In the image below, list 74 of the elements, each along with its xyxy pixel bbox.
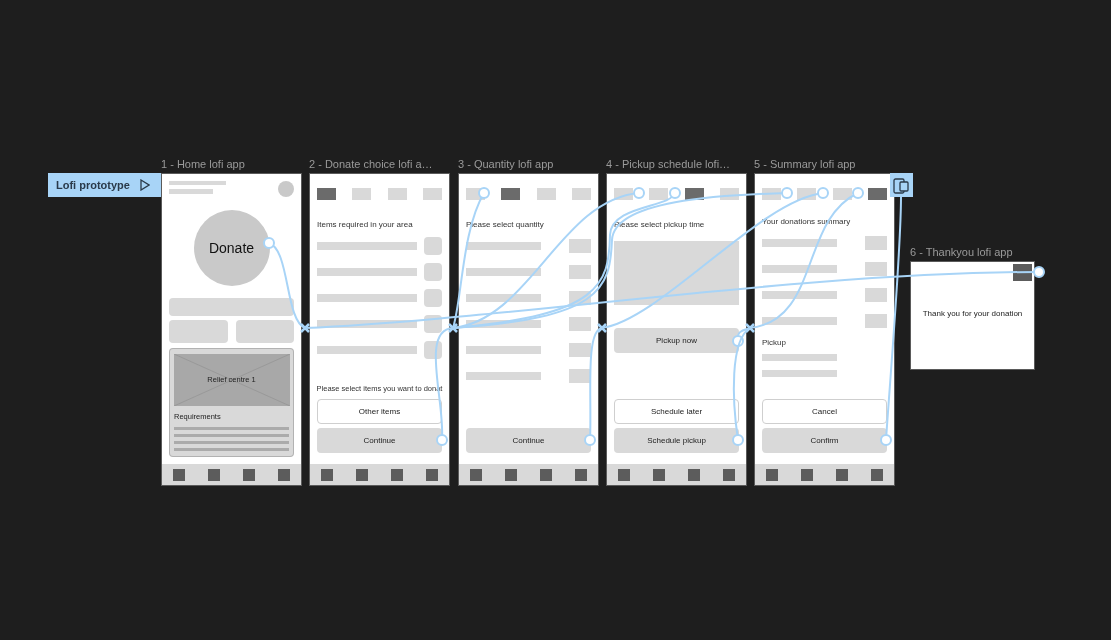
frame-title[interactable]: 2 - Donate choice lofi a… — [309, 158, 433, 171]
placeholder-bar — [169, 181, 226, 185]
nav-icon[interactable] — [242, 468, 255, 481]
wireframe-button[interactable]: Schedule pickup — [614, 428, 739, 453]
nav-icon[interactable] — [425, 468, 438, 481]
heading-text: Your donations summary — [761, 217, 852, 226]
wireframe-button[interactable]: Continue — [317, 428, 442, 453]
connector-line[interactable] — [452, 187, 490, 329]
checkbox[interactable] — [424, 237, 442, 255]
nav-icon[interactable] — [722, 468, 735, 481]
nav-icon[interactable] — [801, 468, 814, 481]
connector-line[interactable] — [584, 327, 603, 446]
wireframe-button[interactable]: Other items — [317, 399, 442, 424]
connector-line[interactable] — [263, 237, 306, 329]
image-placeholder-icon — [174, 353, 290, 406]
section-label: Pickup — [761, 338, 787, 347]
quantity-field — [865, 314, 887, 328]
quantity-field[interactable] — [569, 265, 591, 279]
connection-point-icon — [299, 322, 311, 334]
nav-icon[interactable] — [277, 468, 290, 481]
checkbox[interactable] — [424, 289, 442, 307]
connector-line[interactable] — [732, 327, 751, 347]
connection-point-icon — [447, 322, 459, 334]
frame-title[interactable]: 1 - Home lofi app — [161, 158, 245, 171]
nav-icon[interactable] — [505, 468, 518, 481]
connection-point-icon — [744, 322, 756, 334]
play-icon — [139, 179, 150, 191]
nav-icon[interactable] — [687, 468, 700, 481]
nav-icon[interactable] — [390, 468, 403, 481]
quantity-field — [865, 262, 887, 276]
quantity-field[interactable] — [569, 343, 591, 357]
nav-icon[interactable] — [618, 468, 631, 481]
flow-start-button[interactable]: Lofi prototype — [48, 173, 161, 197]
nav-icon[interactable] — [321, 468, 334, 481]
tab[interactable] — [501, 188, 521, 200]
wireframe-button[interactable]: Continue — [466, 428, 591, 453]
nav-icon[interactable] — [539, 468, 552, 481]
flow-label: Lofi prototype — [56, 177, 130, 193]
frame-title[interactable]: 5 - Summary lofi app — [754, 158, 856, 171]
frame-title[interactable]: 4 - Pickup schedule lofi… — [606, 158, 731, 171]
nav-icon[interactable] — [208, 468, 221, 481]
placeholder-block — [235, 319, 294, 343]
quantity-field — [865, 288, 887, 302]
connection-point-icon — [596, 322, 608, 334]
placeholder-bar — [169, 189, 213, 194]
connector-line[interactable] — [304, 266, 1045, 329]
quantity-field — [865, 236, 887, 250]
wireframe-button[interactable]: Pickup now — [614, 328, 739, 353]
wireframe-button[interactable]: Confirm — [762, 428, 887, 453]
wireframe-button[interactable]: Schedule later — [614, 399, 739, 424]
message-text: Thank you for your donation — [921, 308, 1024, 320]
tab[interactable] — [684, 188, 704, 200]
heading-text: Items required in your area — [316, 220, 414, 229]
heading-text: Please select quantity — [465, 220, 545, 229]
connector-line[interactable] — [880, 196, 902, 446]
nav-icon[interactable] — [870, 468, 883, 481]
heading-text: Please select pickup time — [613, 220, 706, 229]
nav-icon[interactable] — [653, 468, 666, 481]
device-icon[interactable] — [890, 173, 913, 197]
wireframe-button[interactable]: Cancel — [762, 399, 887, 424]
quantity-field[interactable] — [569, 369, 591, 383]
nav-icon[interactable] — [574, 468, 587, 481]
quantity-field[interactable] — [569, 239, 591, 253]
frame-title[interactable]: 3 - Quantity lofi app — [458, 158, 554, 171]
nav-icon[interactable] — [173, 468, 186, 481]
donate-button[interactable]: Donate — [193, 210, 270, 286]
checkbox[interactable] — [424, 263, 442, 281]
nav-icon[interactable] — [470, 468, 483, 481]
placeholder-block — [169, 319, 228, 343]
frame-title[interactable]: 6 - Thankyou lofi app — [910, 246, 1013, 259]
nav-icon[interactable] — [766, 468, 779, 481]
quantity-field[interactable] — [569, 317, 591, 331]
nav-icon[interactable] — [356, 468, 369, 481]
nav-icon[interactable] — [835, 468, 848, 481]
